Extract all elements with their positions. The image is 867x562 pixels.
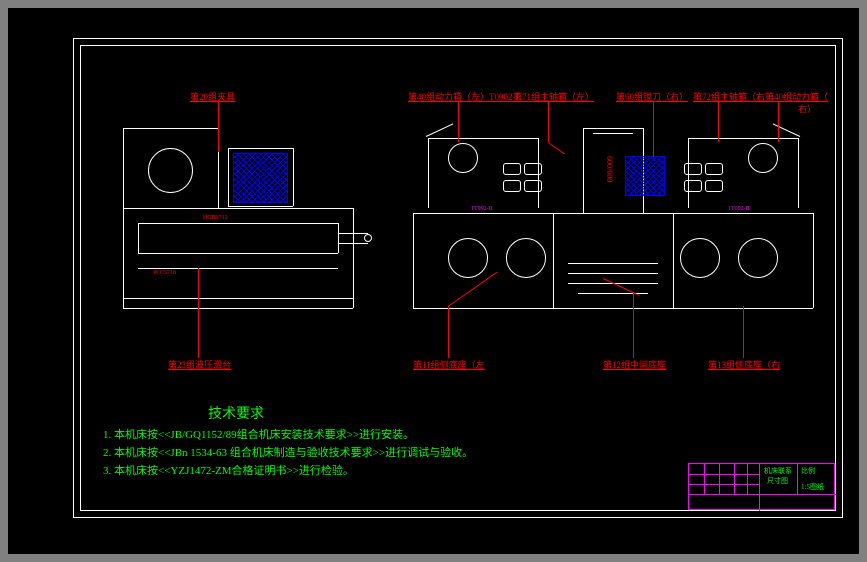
lv-slide-t [138,223,338,224]
rv-mc2 [748,143,778,173]
rv-col-l [583,128,584,213]
lv-mid [123,208,353,209]
rv-col-t [583,128,643,129]
lv-fixture [233,153,288,203]
rv-base [413,308,813,309]
lv-sp-end [364,234,372,242]
right-sub1: 1T092-II [471,206,493,212]
rv-c1 [448,238,488,278]
lv-base-top [123,298,353,299]
rv-c2 [506,238,546,278]
tb-sheet: 1:5图纸 [801,482,824,492]
cad-canvas[interactable]: 600/600 1CC5718 HGB0712 1T092-II 1T092-I… [8,8,859,554]
lv-slide-b [138,253,338,254]
tb-name2: 尺寸图 [767,476,788,486]
lv-slide-r [338,223,339,253]
lv-base-bot [123,308,353,309]
rv-bl [413,213,414,308]
tb-v5 [759,464,760,511]
lv-right [353,208,354,308]
rv-slot4 [524,180,542,192]
label-11: 第11组侧底座（左 [413,358,485,371]
req-2: 2. 本机床按<<JBn 1534-63 组合机床制造与验收技术要求>>进行调试… [103,444,473,460]
leader-72b [778,102,779,142]
rv-hs-ll [428,138,429,208]
label-12: 第12组中间底座 [603,358,666,371]
label-40: 第40组动力箱（左）T0902-I [408,90,519,103]
label-23: 第23组液压滑台 [168,358,231,371]
lv-sp-t [338,233,368,234]
leader-60 [653,102,654,157]
rv-hs-rr [798,138,799,208]
req-1: 1. 本机床按<<JB/GQ1152/89组合机床安装技术要求>>进行安装。 [103,426,414,442]
lv-top1 [123,128,218,129]
lv-fix-r [293,148,294,206]
rv-c3 [680,238,720,278]
label-60: 第60组镗刀（右） [616,90,688,103]
leader-13 [743,306,744,358]
lv-left [123,128,124,308]
tb-scale: 比例 [801,466,815,476]
tb-name: 机床联系 [764,466,792,476]
label-20: 第20组夹具 [190,90,235,103]
rv-hs-rt [688,138,798,139]
rv-step1 [568,263,658,264]
lv-sp-b [338,243,368,244]
rv-c4 [738,238,778,278]
left-sub1: 1CC5718 [153,270,176,276]
leader-72a [718,102,719,142]
label-72b: 右） [798,102,816,115]
rv-slot5 [684,163,702,175]
req-title: 技术要求 [208,403,264,423]
rv-slot7 [705,163,723,175]
tb-v4 [747,464,748,494]
tb-h1 [689,474,759,475]
rv-ms1 [553,213,554,308]
tb-v3 [734,464,735,494]
rv-ms2 [673,213,674,308]
rv-col-arc [593,133,633,134]
tb-v1 [704,464,705,494]
req-3: 3. 本机床按<<YZJ1472-ZM合格证明书>>进行检验。 [103,462,354,478]
rv-slot8 [705,180,723,192]
leader-20 [218,102,219,152]
lv-fix-b [228,206,293,207]
lv-motor-circle [148,148,193,193]
rv-slot3 [524,163,542,175]
rv-fixture [625,156,665,196]
dim-600: 600/600 [605,156,614,182]
lv-rail [138,268,338,269]
tb-v2 [719,464,720,494]
tb-v6 [797,464,798,494]
rv-slot1 [503,163,521,175]
rv-br [813,213,814,308]
label-13: 第13组侧底座（右 [708,358,780,371]
rv-slot6 [684,180,702,192]
label-71: 第71组主轴箱（左） [513,90,594,103]
leader-71v [548,102,549,142]
leader-12v [633,293,634,358]
tb-h2 [689,484,759,485]
rv-slot2 [503,180,521,192]
rv-bt [413,213,813,214]
leader-40 [458,102,459,142]
leader-11v [448,306,449,358]
rv-mc1 [448,143,478,173]
titleblock: 机床联系 尺寸图 比例 1:5图纸 [688,463,835,510]
lv-fix-l [228,148,229,206]
leader-23 [198,268,199,358]
rv-hs-lt [428,138,538,139]
tb-h3 [689,494,836,495]
lv-slide-l [138,223,139,253]
left-sub2: HGB0712 [203,215,228,221]
right-sub2: 1T092-II [728,206,750,212]
lv-fix-t [228,148,293,149]
rv-step2 [568,273,658,274]
